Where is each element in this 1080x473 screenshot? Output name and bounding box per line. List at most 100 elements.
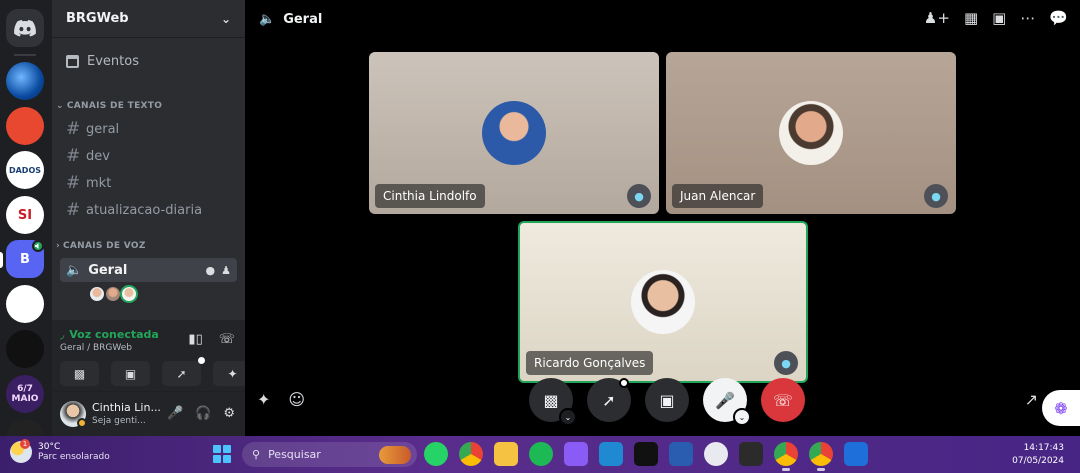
assistant-icon[interactable]: ❁ <box>1042 390 1080 426</box>
chevron-down-icon: ⌄ <box>56 101 64 111</box>
system-clock[interactable]: 14:17:43 07/05/2024 <box>1012 442 1064 468</box>
avatar[interactable] <box>120 285 138 303</box>
microphone-icon[interactable]: 🎤 <box>167 406 183 421</box>
events-link[interactable]: Eventos <box>60 49 237 73</box>
soundboard-icon[interactable]: ✦ <box>257 390 270 409</box>
search-placeholder: Pesquisar <box>268 448 321 461</box>
channel-geral[interactable]: # geral <box>60 117 237 141</box>
server-icon-9[interactable] <box>6 420 44 436</box>
voice-speaker-icon <box>32 240 44 252</box>
weather-widget[interactable]: 1 30°C Parc ensolarado <box>10 439 110 463</box>
participant-tile[interactable]: Juan Alencar ● <box>666 52 956 214</box>
share-screen-button[interactable]: ▣ <box>645 378 689 422</box>
noise-suppression-icon[interactable]: ▮▯ <box>188 332 202 347</box>
azure-data-studio-icon[interactable] <box>669 442 693 466</box>
participant-tile[interactable]: Cinthia Lindolfo ● <box>369 52 659 214</box>
whatsapp-icon[interactable] <box>424 442 448 466</box>
hash-icon: # <box>66 119 81 139</box>
discord-home-button[interactable] <box>6 9 44 47</box>
grid-layout-icon[interactable]: ▦ <box>964 9 978 27</box>
voice-category-header[interactable]: › CANAIS DE VOZ <box>56 241 146 251</box>
server-icon-2[interactable] <box>6 107 44 145</box>
channel-mkt[interactable]: # mkt <box>60 171 237 195</box>
chat-bubble-icon[interactable]: ● <box>206 264 216 277</box>
channel-label: geral <box>86 121 120 137</box>
headphones-icon[interactable]: 🎧 <box>195 406 211 421</box>
channel-atualizacao-diaria[interactable]: # atualizacao-diaria <box>60 198 237 222</box>
server-icon-si[interactable]: SI <box>6 196 44 234</box>
visual-studio-icon[interactable] <box>564 442 588 466</box>
hang-up-icon: ☏ <box>772 390 793 410</box>
terminal-icon[interactable] <box>739 442 763 466</box>
search-app-icon[interactable] <box>844 442 868 466</box>
disconnect-icon[interactable]: ☏ <box>219 332 235 347</box>
voice-members <box>88 285 138 303</box>
voice-channel-geral[interactable]: 🔈 Geral ● ♟ <box>60 258 237 282</box>
active-server-pill <box>0 252 3 268</box>
chrome-profile-icon[interactable] <box>774 442 798 471</box>
channel-label: mkt <box>86 175 112 191</box>
chevron-right-icon: › <box>56 241 61 251</box>
server-name: BRGWeb <box>66 11 129 26</box>
vscode-icon[interactable] <box>599 442 623 466</box>
voice-location[interactable]: Geral / BRGWeb <box>60 343 132 353</box>
participant-tile-speaking[interactable]: Ricardo Gonçalves ● <box>518 221 808 383</box>
hash-icon: # <box>66 200 81 220</box>
camera-off-icon: ▩ <box>543 390 559 410</box>
server-icon-maio[interactable]: 6/7 MAIO <box>6 375 44 413</box>
ghost-app-icon[interactable] <box>704 442 728 466</box>
channel-dev[interactable]: # dev <box>60 144 237 168</box>
jetbrains-icon[interactable] <box>634 442 658 466</box>
camera-off-icon: ▩ <box>73 366 86 381</box>
chevron-down-icon[interactable]: ⌄ <box>559 408 577 426</box>
server-icon-6[interactable] <box>6 285 44 323</box>
add-member-icon[interactable]: ♟ <box>221 264 231 277</box>
avatar <box>779 101 843 165</box>
nitro-badge-icon: ● <box>924 184 948 208</box>
server-icon-7[interactable] <box>6 330 44 368</box>
file-explorer-icon[interactable] <box>494 442 518 466</box>
camera-off-button[interactable]: ▩ <box>60 361 99 386</box>
mute-button[interactable]: 🎤 ⌄ <box>703 378 751 426</box>
text-category-header[interactable]: ⌄ CANAIS DE TEXTO <box>56 101 162 111</box>
status-idle-icon <box>77 418 87 428</box>
calendar-icon <box>66 54 79 68</box>
voice-status: Voz conectada <box>69 328 159 341</box>
camera-off-button[interactable]: ▩ ⌄ <box>529 378 577 426</box>
popout-icon[interactable]: ↗ <box>1025 390 1038 409</box>
events-label: Eventos <box>87 53 139 69</box>
hash-icon: # <box>66 146 81 166</box>
screen-share-icon: ▣ <box>659 390 675 410</box>
leave-call-button[interactable]: ☏ <box>761 378 805 422</box>
server-header[interactable]: BRGWeb ⌄ <box>52 0 245 38</box>
start-button[interactable] <box>213 445 231 463</box>
clock-date: 07/05/2024 <box>1012 456 1064 466</box>
emoji-icon[interactable]: ☺ <box>288 390 305 409</box>
activities-button[interactable]: ➚ <box>162 357 205 386</box>
discord-app: DADOS SI B 6/7 MAIO BRGWeb ⌄ Eventos ⌄ C… <box>0 0 1080 436</box>
activities-button[interactable]: ➚ <box>587 378 631 422</box>
more-icon[interactable]: ⋯ <box>1020 9 1035 27</box>
invite-icon[interactable]: ♟+ <box>924 9 950 27</box>
username[interactable]: Cinthia Lin... <box>92 401 161 414</box>
server-icon-dados[interactable]: DADOS <box>6 151 44 189</box>
avatar <box>631 270 695 334</box>
signal-icon: ◞ <box>60 328 65 341</box>
taskbar-search[interactable]: ⚲ Pesquisar <box>242 442 417 467</box>
server-rail: DADOS SI B 6/7 MAIO <box>0 0 52 436</box>
chrome-icon[interactable] <box>459 442 483 466</box>
chrome-profile-icon[interactable] <box>809 442 833 471</box>
screen-share-icon: ▣ <box>124 366 137 381</box>
voice-connection-panel: ◞ Voz conectada Geral / BRGWeb ▮▯ ☏ ▩ ▣ … <box>52 320 252 392</box>
chevron-down-icon[interactable]: ⌄ <box>733 408 751 426</box>
hash-icon: # <box>66 173 81 193</box>
participant-name: Cinthia Lindolfo <box>375 184 485 208</box>
weather-icon: 1 <box>10 439 32 463</box>
server-icon-1[interactable] <box>6 62 44 100</box>
spotify-icon[interactable] <box>529 442 553 466</box>
chat-icon[interactable]: 💬 <box>1049 9 1068 27</box>
popout-icon[interactable]: ▣ <box>992 9 1006 27</box>
gear-icon[interactable]: ⚙ <box>223 406 235 421</box>
taskbar: 1 30°C Parc ensolarado ⚲ Pesquisar 14:17… <box>0 436 1080 473</box>
share-screen-button[interactable]: ▣ <box>111 361 150 386</box>
